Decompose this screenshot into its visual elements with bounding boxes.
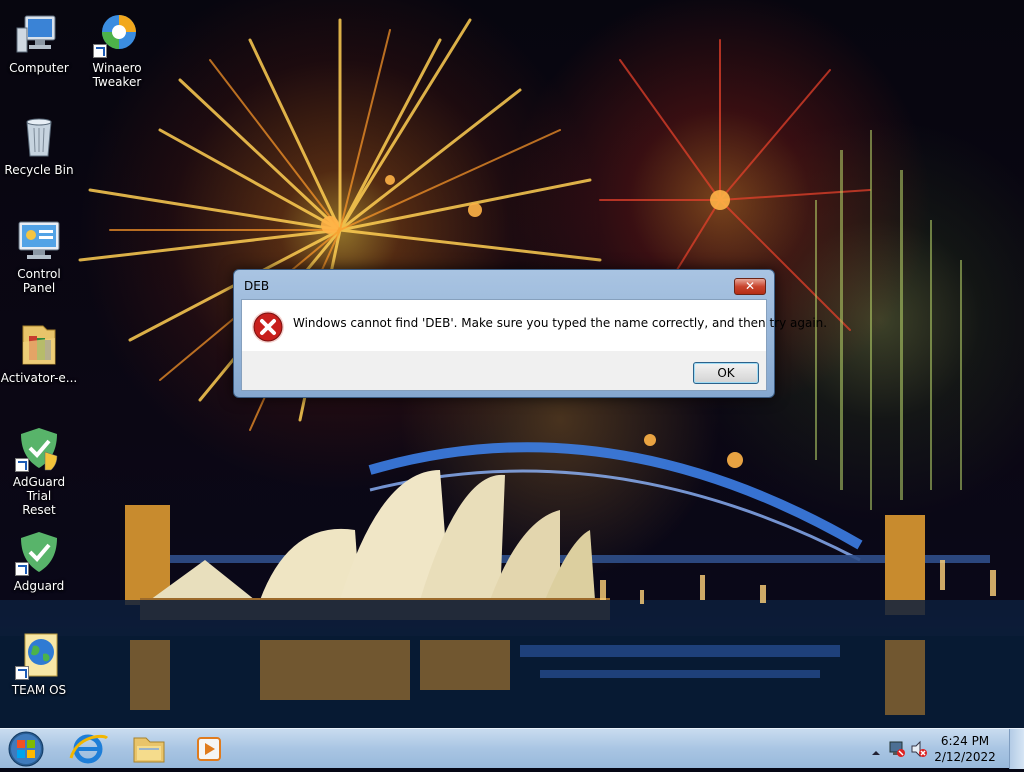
volume-muted-icon bbox=[911, 740, 927, 758]
desktop-icon-computer[interactable]: Computer bbox=[0, 10, 78, 75]
dialog-title: DEB bbox=[244, 279, 270, 293]
clock[interactable]: 6:24 PM 2/12/2022 bbox=[930, 733, 1000, 765]
control-panel-icon bbox=[15, 216, 63, 264]
dialog-message-area: Windows cannot find 'DEB'. Make sure you… bbox=[242, 300, 827, 351]
shortcut-arrow-icon bbox=[15, 458, 29, 472]
adguard-shield-icon bbox=[15, 424, 63, 472]
desktop-icon-label: Control Panel bbox=[17, 267, 61, 295]
desktop-icon-label: Recycle Bin bbox=[4, 163, 74, 177]
shortcut-arrow-icon bbox=[93, 44, 107, 58]
error-icon bbox=[252, 311, 284, 343]
dialog-client-area: Windows cannot find 'DEB'. Make sure you… bbox=[241, 299, 827, 391]
windows-start-orb-icon bbox=[8, 731, 44, 767]
file-explorer-icon bbox=[133, 737, 165, 763]
desktop-icon-label: Winaero Tweaker bbox=[92, 61, 142, 89]
desktop-icon-adguard-trial-reset[interactable]: AdGuard Trial Reset bbox=[0, 424, 78, 517]
desktop-icon-adguard[interactable]: Adguard bbox=[0, 528, 78, 593]
ok-button[interactable]: OK bbox=[693, 362, 759, 384]
show-hidden-icons-button[interactable] bbox=[871, 743, 881, 762]
shortcut-arrow-icon bbox=[15, 666, 29, 680]
desktop-icon-control-panel[interactable]: Control Panel bbox=[0, 216, 78, 295]
desktop-icon-label: Adguard bbox=[13, 579, 65, 593]
volume-button[interactable] bbox=[910, 740, 928, 762]
media-player-icon bbox=[197, 737, 221, 761]
show-desktop-button[interactable] bbox=[1009, 729, 1024, 769]
error-dialog: DEB ✕ Windows cannot find 'DEB'. Make su… bbox=[233, 269, 827, 398]
desktop-icon-label: Activator-e... bbox=[0, 371, 78, 385]
folder-icon bbox=[15, 320, 63, 368]
clock-date: 2/12/2022 bbox=[934, 750, 996, 764]
desktop-icon-team-os[interactable]: TEAM OS bbox=[0, 632, 78, 697]
recycle-bin-icon bbox=[15, 112, 63, 160]
adguard-shield-icon bbox=[15, 528, 63, 576]
show-hidden-icons-arrow-icon bbox=[872, 751, 880, 755]
globe-icon bbox=[15, 632, 63, 680]
desktop-icon-winaero-tweaker[interactable]: Winaero Tweaker bbox=[78, 10, 156, 89]
system-tray: 6:24 PM 2/12/2022 bbox=[864, 729, 1024, 769]
desktop-icon-recycle-bin[interactable]: Recycle Bin bbox=[0, 112, 78, 177]
network-button[interactable] bbox=[888, 740, 906, 762]
desktop-icon-label: Computer bbox=[9, 61, 69, 75]
taskbar-media-player[interactable] bbox=[184, 732, 234, 766]
network-icon bbox=[889, 741, 905, 757]
desktop-icon-label: AdGuard Trial Reset bbox=[12, 475, 66, 517]
clock-time: 6:24 PM bbox=[940, 734, 990, 748]
computer-icon bbox=[15, 10, 63, 58]
desktop-icon-activator[interactable]: Activator-e... bbox=[0, 320, 78, 385]
winaero-tweaker-icon bbox=[93, 10, 141, 58]
dialog-message: Windows cannot find 'DEB'. Make sure you… bbox=[293, 316, 828, 330]
taskbar-internet-explorer[interactable] bbox=[63, 732, 113, 766]
desktop-icon-label: TEAM OS bbox=[11, 683, 67, 697]
close-button[interactable]: ✕ bbox=[734, 278, 766, 295]
taskbar-file-explorer[interactable] bbox=[124, 732, 174, 766]
internet-explorer-icon bbox=[69, 734, 109, 764]
close-icon: ✕ bbox=[744, 279, 756, 293]
start-button[interactable] bbox=[6, 730, 46, 768]
taskbar: 6:24 PM 2/12/2022 bbox=[0, 728, 1024, 769]
shortcut-arrow-icon bbox=[15, 562, 29, 576]
